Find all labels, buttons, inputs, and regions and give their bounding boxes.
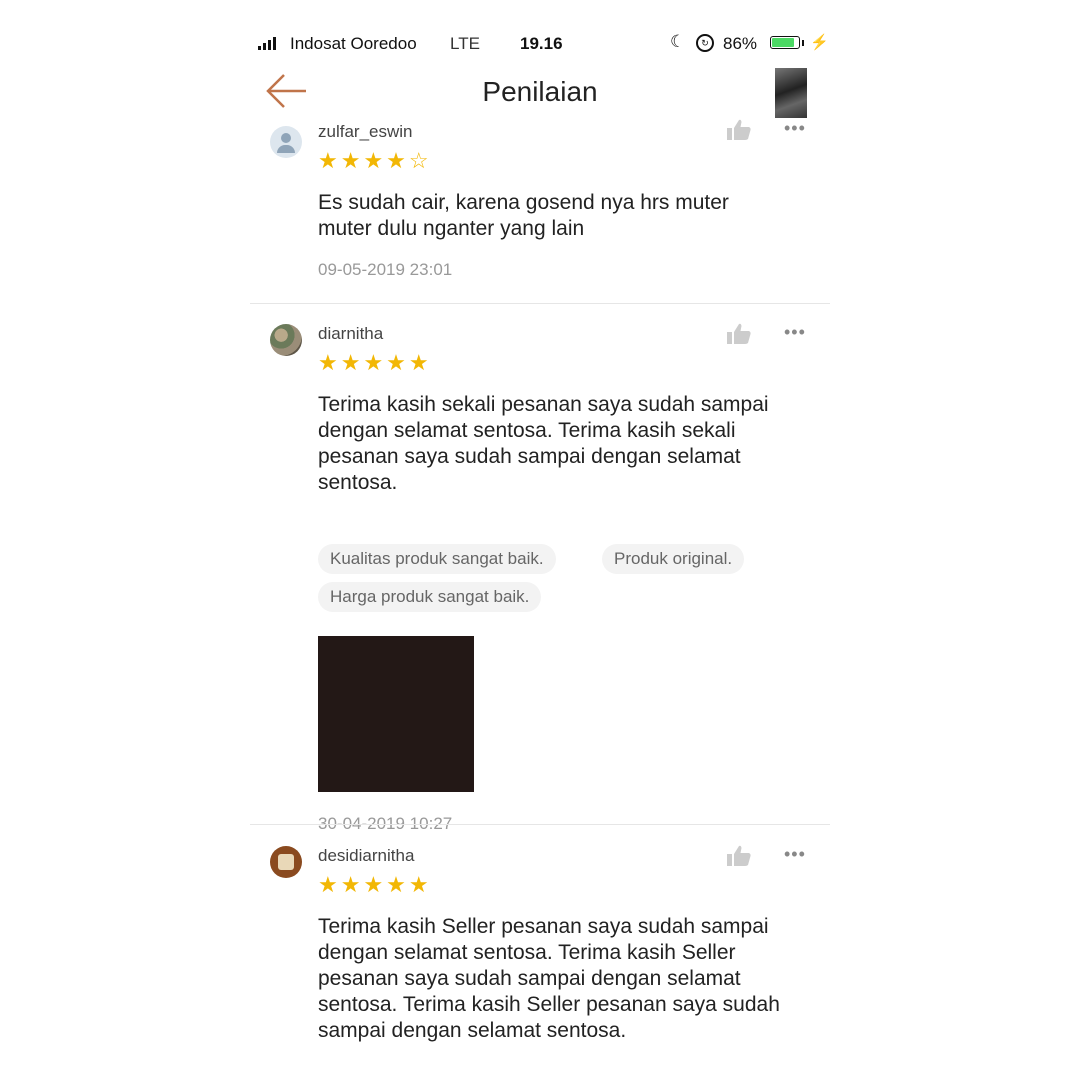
review-item: zulfar_eswin ••• ★★★★☆ Es sudah cair, ka…	[250, 118, 830, 304]
star-rating: ★★★★☆	[318, 148, 432, 174]
filled-stars: ★★★★★	[318, 872, 432, 897]
review-text-line: Terima kasih sekali pesanan saya sudah s…	[318, 393, 769, 416]
battery-tip	[802, 40, 804, 46]
review-text: Terima kasih sekali pesanan saya sudah s…	[318, 392, 808, 496]
review-item: desidiarnitha ••• ★★★★★ Terima kasih Sel…	[250, 844, 830, 1080]
review-tag: Harga produk sangat baik.	[318, 582, 542, 612]
signal-icon	[258, 37, 276, 50]
review-item: diarnitha ••• ★★★★★ Terima kasih sekali …	[250, 322, 830, 833]
thumbs-up-icon[interactable]	[726, 322, 752, 346]
divider	[250, 824, 830, 825]
thumbs-up-icon[interactable]	[726, 118, 752, 142]
review-text-line: sampai dengan selamat sentosa.	[318, 1019, 627, 1042]
clock: 19.16	[520, 34, 563, 53]
carrier-name: Indosat Ooredoo	[290, 34, 417, 53]
do-not-disturb-icon: ☾	[670, 32, 686, 51]
review-photo[interactable]	[318, 636, 474, 792]
more-options-icon[interactable]: •••	[784, 118, 806, 139]
rotation-lock-icon: ↻	[696, 34, 714, 52]
product-thumbnail[interactable]	[775, 68, 807, 118]
avatar[interactable]	[270, 324, 302, 356]
review-date: 09-05-2019 23:01	[318, 260, 453, 279]
battery-icon	[770, 36, 800, 49]
review-text: Terima kasih Seller pesanan saya sudah s…	[318, 914, 808, 1044]
status-bar: Indosat Ooredoo LTE 19.16 ☾ ↻ 86% ⚡	[250, 28, 830, 60]
network-type: LTE	[450, 34, 480, 53]
review-text-line: dengan selamat sentosa. Terima kasih sek…	[318, 419, 736, 442]
star-rating: ★★★★★	[318, 872, 432, 898]
thumbs-up-icon[interactable]	[726, 844, 752, 868]
star-rating: ★★★★★	[318, 350, 432, 376]
page-title: Penilaian	[482, 76, 598, 107]
review-text-line: Es sudah cair, karena gosend nya hrs mut…	[318, 191, 729, 214]
review-text-line: pesanan saya sudah sampai dengan selamat	[318, 967, 741, 990]
reviewer-name[interactable]: diarnitha	[318, 324, 383, 344]
reviewer-name[interactable]: desidiarnitha	[318, 846, 414, 866]
review-tag: Kualitas produk sangat baik.	[318, 544, 556, 574]
review-text-line: Terima kasih Seller pesanan saya sudah s…	[318, 915, 769, 938]
battery-percent: 86%	[723, 34, 758, 53]
review-text-line: sentosa. Terima kasih Seller pesanan say…	[318, 993, 780, 1016]
avatar[interactable]	[270, 846, 302, 878]
review-text-line: muter dulu nganter yang lain	[318, 217, 585, 240]
avatar[interactable]	[270, 126, 302, 158]
review-tag: Produk original.	[602, 544, 745, 574]
more-options-icon[interactable]: •••	[784, 844, 806, 865]
reviewer-name[interactable]: zulfar_eswin	[318, 122, 413, 142]
charging-icon: ⚡	[810, 34, 829, 51]
empty-star: ☆	[408, 148, 432, 173]
divider	[250, 303, 830, 304]
review-text-line: dengan selamat sentosa. Terima kasih Sel…	[318, 941, 736, 964]
filled-stars: ★★★★	[318, 148, 409, 173]
review-text-line: sentosa.	[318, 471, 398, 494]
more-options-icon[interactable]: •••	[784, 322, 806, 343]
filled-stars: ★★★★★	[318, 350, 432, 375]
header: Penilaian	[250, 62, 830, 124]
review-text: Es sudah cair, karena gosend nya hrs mut…	[318, 190, 808, 242]
review-text-line: pesanan saya sudah sampai dengan selamat	[318, 445, 741, 468]
phone-screen: Indosat Ooredoo LTE 19.16 ☾ ↻ 86% ⚡ Peni…	[250, 28, 830, 1080]
